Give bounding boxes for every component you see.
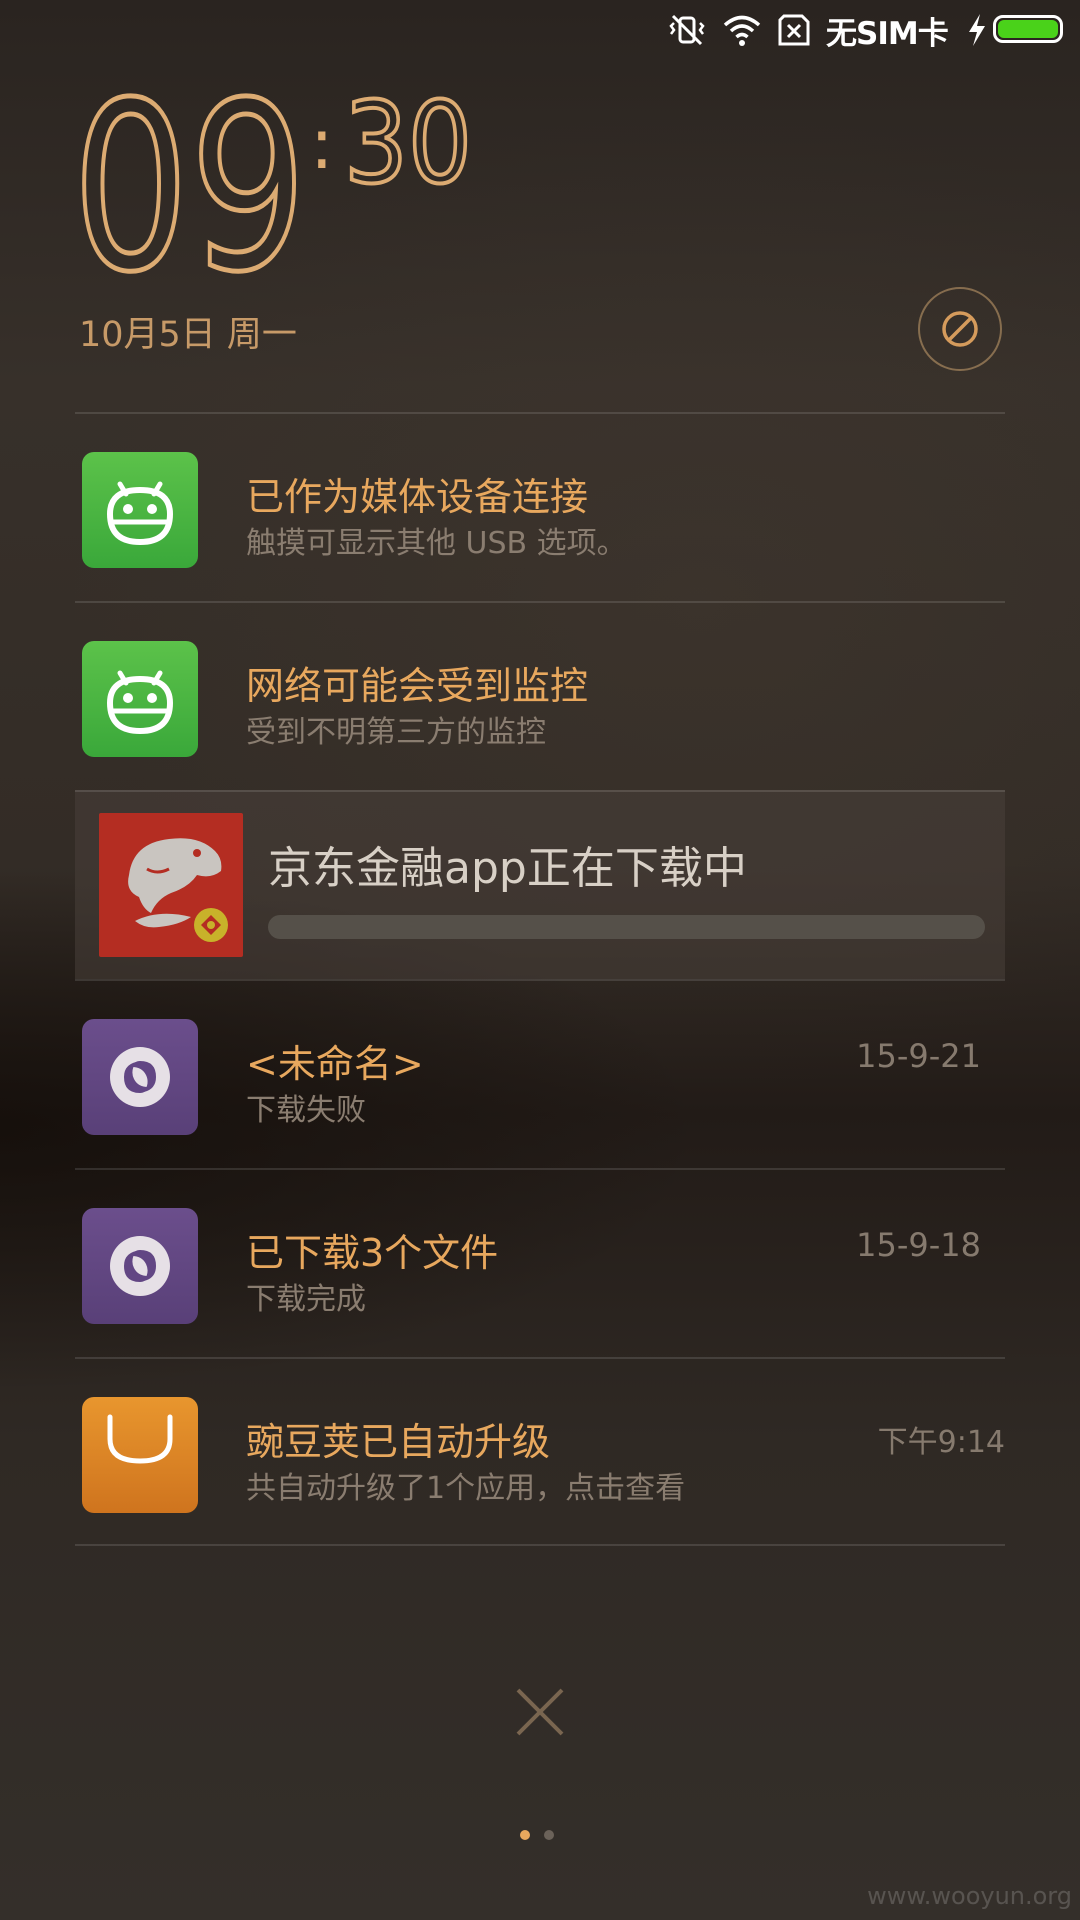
notification-title: 已作为媒体设备连接	[246, 475, 589, 519]
notification-text: 受到不明第三方的监控	[246, 715, 546, 750]
page-dot	[544, 1830, 554, 1840]
notification-download-failed[interactable]: <未命名> 下载失败 15-9-21	[75, 979, 1005, 1168]
notification-title: 京东金融app正在下载中	[268, 843, 747, 894]
clock-colon: :	[310, 103, 334, 185]
do-not-disturb-icon	[942, 311, 978, 347]
do-not-disturb-button[interactable]	[918, 287, 1002, 371]
notification-title: 已下载3个文件	[246, 1231, 499, 1275]
watermark: www.wooyun.org	[867, 1882, 1072, 1910]
jd-finance-logo	[99, 813, 243, 957]
notification-wandoujia-upgrade[interactable]: 豌豆荚已自动升级 共自动升级了1个应用，点击查看 下午9:14	[75, 1357, 1005, 1546]
charging-bolt-icon	[969, 14, 985, 46]
android-robot-icon	[82, 452, 198, 568]
notification-network-monitor[interactable]: 网络可能会受到监控 受到不明第三方的监控	[75, 601, 1005, 790]
page-dot-active	[520, 1830, 530, 1840]
page-indicator	[520, 1830, 554, 1840]
carrier-text: 无SIM卡	[826, 16, 949, 52]
clock-hours: 09	[72, 90, 307, 280]
notification-text: 触摸可显示其他 USB 选项。	[246, 526, 627, 561]
notification-title: 网络可能会受到监控	[246, 664, 589, 708]
android-robot-icon	[82, 641, 198, 757]
notification-title: <未命名>	[246, 1042, 424, 1086]
notification-jd-download[interactable]: 京东金融app正在下载中	[75, 790, 1005, 979]
notification-text: 共自动升级了1个应用，点击查看	[246, 1471, 686, 1506]
battery-icon	[993, 15, 1063, 43]
clear-all-button[interactable]	[508, 1680, 572, 1744]
notification-text: 下载完成	[246, 1282, 366, 1317]
notification-download-complete[interactable]: 已下载3个文件 下载完成 15-9-18	[75, 1168, 1005, 1357]
download-manager-icon	[82, 1019, 198, 1135]
notification-time: 下午9:14	[877, 1425, 1005, 1460]
notification-text: 下载失败	[246, 1093, 366, 1128]
notification-usb[interactable]: 已作为媒体设备连接 触摸可显示其他 USB 选项。	[75, 412, 1005, 601]
lockscreen-clock: 09 : 30	[72, 90, 474, 280]
clock-minutes: 30	[344, 90, 472, 209]
download-manager-icon	[82, 1208, 198, 1324]
notification-list: 已作为媒体设备连接 触摸可显示其他 USB 选项。 网络可能会受到监控 受到不明…	[75, 412, 1005, 1546]
status-bar: 无SIM卡	[0, 0, 1080, 58]
vibrate-mute-icon	[669, 14, 705, 46]
no-sim-icon	[778, 14, 810, 46]
notification-title: 豌豆荚已自动升级	[246, 1420, 551, 1464]
notification-time: 15-9-18	[856, 1226, 981, 1264]
wifi-icon	[723, 15, 761, 46]
notification-time: 15-9-21	[856, 1037, 981, 1075]
download-progress-bar	[268, 915, 985, 939]
lockscreen-date: 10月5日 周一	[79, 315, 297, 355]
wandoujia-bag-icon	[82, 1397, 198, 1513]
close-icon	[516, 1688, 564, 1736]
